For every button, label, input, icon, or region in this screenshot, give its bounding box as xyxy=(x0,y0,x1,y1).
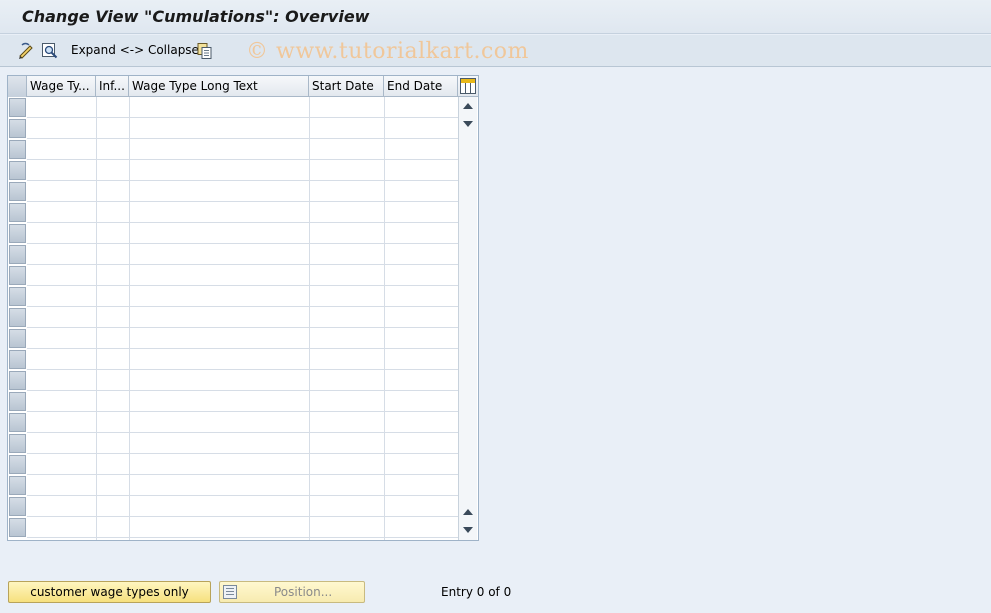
scroll-page-down-arrow-icon[interactable] xyxy=(463,527,473,533)
table-settings-icon[interactable] xyxy=(460,78,476,94)
table-row xyxy=(27,369,458,370)
table-row xyxy=(27,138,458,139)
entry-counter: Entry 0 of 0 xyxy=(441,585,512,599)
row-selector[interactable] xyxy=(9,245,26,264)
table-row xyxy=(27,348,458,349)
row-selector[interactable] xyxy=(9,371,26,390)
table-row xyxy=(27,432,458,433)
display-change-icon[interactable] xyxy=(17,42,35,60)
row-selector[interactable] xyxy=(9,161,26,180)
row-selector[interactable] xyxy=(9,476,26,495)
row-selector[interactable] xyxy=(9,98,26,117)
row-selector[interactable] xyxy=(9,350,26,369)
row-selector[interactable] xyxy=(9,518,26,537)
watermark: © www.tutorialkart.com xyxy=(246,39,529,64)
customer-wage-types-only-button[interactable]: customer wage types only xyxy=(8,581,211,603)
find-icon[interactable] xyxy=(41,42,59,60)
page-title: Change View "Cumulations": Overview xyxy=(22,7,370,26)
scroll-up-arrow-icon[interactable] xyxy=(463,103,473,109)
table-row xyxy=(27,285,458,286)
row-selector[interactable] xyxy=(9,497,26,516)
table-row xyxy=(27,117,458,118)
row-selector[interactable] xyxy=(9,434,26,453)
row-selector[interactable] xyxy=(9,287,26,306)
row-selector[interactable] xyxy=(9,119,26,138)
table-row xyxy=(27,243,458,244)
table-row xyxy=(27,201,458,202)
table-row xyxy=(27,390,458,391)
column-header-end-date[interactable]: End Date xyxy=(384,76,458,97)
scroll-page-up-arrow-icon[interactable] xyxy=(463,509,473,515)
table-row xyxy=(27,222,458,223)
row-selector[interactable] xyxy=(9,224,26,243)
row-selector[interactable] xyxy=(9,413,26,432)
row-selector[interactable] xyxy=(9,308,26,327)
table-row xyxy=(27,264,458,265)
table-row xyxy=(27,180,458,181)
table-row xyxy=(27,306,458,307)
table-control: Wage Ty... Inf... Wage Type Long Text St… xyxy=(7,75,479,541)
table-row xyxy=(27,411,458,412)
row-selector[interactable] xyxy=(9,140,26,159)
table-header: Wage Ty... Inf... Wage Type Long Text St… xyxy=(8,76,478,97)
column-header-start-date[interactable]: Start Date xyxy=(309,76,384,97)
application-toolbar: Expand <-> Collapse © www.tutorialkart.c… xyxy=(0,35,991,67)
row-selector[interactable] xyxy=(9,266,26,285)
row-selector[interactable] xyxy=(9,392,26,411)
row-selector[interactable] xyxy=(9,203,26,222)
scroll-down-arrow-icon[interactable] xyxy=(463,121,473,127)
title-bar: Change View "Cumulations": Overview xyxy=(0,0,991,34)
table-row xyxy=(27,327,458,328)
row-selector[interactable] xyxy=(9,182,26,201)
row-selector[interactable] xyxy=(9,455,26,474)
column-header-long-text[interactable]: Wage Type Long Text xyxy=(129,76,309,97)
column-header-info[interactable]: Inf... xyxy=(96,76,129,97)
table-row xyxy=(27,495,458,496)
table-row xyxy=(27,474,458,475)
table-row xyxy=(27,159,458,160)
table-row xyxy=(27,453,458,454)
position-button-label: Position... xyxy=(274,585,333,599)
column-header-wage-type[interactable]: Wage Ty... xyxy=(27,76,96,97)
vertical-scrollbar[interactable] xyxy=(458,97,477,540)
position-button[interactable]: Position... xyxy=(219,581,365,603)
expand-collapse-button[interactable]: Expand <-> Collapse xyxy=(71,43,199,57)
table-row xyxy=(27,537,458,538)
copy-icon[interactable] xyxy=(196,42,214,60)
row-selector[interactable] xyxy=(9,329,26,348)
position-icon xyxy=(223,585,237,599)
table-row xyxy=(27,516,458,517)
select-all-cell[interactable] xyxy=(8,76,27,97)
